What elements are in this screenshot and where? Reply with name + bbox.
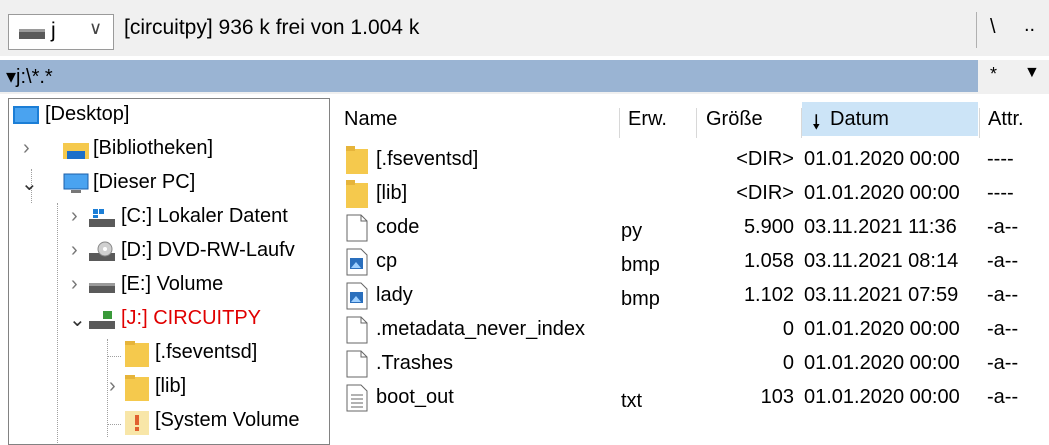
path-field[interactable]: ▾j:\*.*	[0, 60, 978, 92]
path-text: ▾j:\*.*	[6, 66, 53, 88]
folder-icon	[346, 146, 368, 174]
table-row[interactable]: [lib] <DIR> 01.01.2020 00:00 ----	[336, 176, 1049, 210]
expand-icon[interactable]: ›	[71, 205, 78, 228]
drive-toolbar: j ∨ [circuitpy] 936 k frei von 1.004 k \…	[0, 0, 1049, 56]
column-header-size[interactable]: Größe	[706, 108, 763, 131]
file-icon	[346, 316, 368, 344]
table-row[interactable]: boot_out txt 103 01.01.2020 00:00 -a--	[336, 380, 1049, 414]
desktop-icon	[13, 106, 39, 124]
column-divider[interactable]	[696, 108, 697, 138]
expand-icon[interactable]: ›	[71, 273, 78, 296]
column-header-attr[interactable]: Attr.	[988, 108, 1024, 131]
table-row[interactable]: .Trashes 0 01.01.2020 00:00 -a--	[336, 346, 1049, 380]
column-divider[interactable]	[619, 108, 620, 138]
drive-icon	[89, 283, 115, 293]
image-file-icon	[346, 248, 368, 276]
folder-tree[interactable]: [Desktop] › [Bibliotheken] ⌄ [Dieser PC]…	[8, 98, 330, 445]
root-dir-button[interactable]: \	[990, 16, 996, 39]
column-header-name[interactable]: Name	[344, 108, 397, 131]
parent-dir-button[interactable]: ..	[1024, 14, 1035, 37]
system-drive-icon	[89, 209, 115, 227]
dvd-drive-icon	[89, 241, 115, 261]
usb-drive-icon	[89, 311, 115, 329]
drive-icon	[19, 29, 45, 39]
path-menu-button[interactable]: ▼	[1024, 64, 1040, 82]
file-icon	[346, 214, 368, 242]
table-row[interactable]: .metadata_never_index 0 01.01.2020 00:00…	[336, 312, 1049, 346]
tree-guide	[107, 424, 121, 425]
tree-guide	[57, 203, 58, 443]
drive-selector[interactable]: j ∨	[8, 14, 114, 50]
expand-icon[interactable]: ›	[109, 375, 116, 398]
restricted-folder-icon	[125, 411, 149, 435]
column-header-ext[interactable]: Erw.	[628, 108, 667, 131]
column-divider[interactable]	[801, 108, 802, 138]
divider	[976, 12, 977, 48]
expand-icon[interactable]: ›	[71, 239, 78, 262]
expand-icon[interactable]: ›	[23, 137, 30, 160]
column-header-date[interactable]: Datum	[830, 108, 889, 131]
sort-down-arrow-icon: 🠗	[812, 112, 821, 134]
drive-letter: j	[51, 19, 56, 42]
image-file-icon	[346, 282, 368, 310]
folder-icon	[346, 180, 368, 208]
library-icon	[63, 143, 89, 159]
table-row[interactable]: lady bmp 1.102 03.11.2021 07:59 -a--	[336, 278, 1049, 312]
column-divider[interactable]	[979, 108, 980, 138]
table-row[interactable]: code py 5.900 03.11.2021 11:36 -a--	[336, 210, 1049, 244]
chevron-down-icon[interactable]: ∨	[89, 18, 102, 39]
table-row[interactable]: cp bmp 1.058 03.11.2021 08:14 -a--	[336, 244, 1049, 278]
path-bar: ▾j:\*.* * ▼	[0, 60, 1049, 94]
file-list[interactable]: Name Erw. Größe 🠗 Datum Attr. [.fsevents…	[336, 98, 1049, 445]
tree-guide	[107, 356, 121, 357]
history-button[interactable]: *	[990, 64, 997, 85]
drive-info: [circuitpy] 936 k frei von 1.004 k	[124, 16, 420, 39]
text-file-icon	[346, 384, 368, 412]
computer-icon	[63, 173, 89, 193]
file-icon	[346, 350, 368, 378]
folder-icon	[125, 341, 149, 367]
folder-icon	[125, 375, 149, 401]
table-row[interactable]: [.fseventsd] <DIR> 01.01.2020 00:00 ----	[336, 142, 1049, 176]
collapse-icon[interactable]: ⌄	[69, 307, 86, 332]
collapse-icon[interactable]: ⌄	[21, 171, 38, 196]
tree-guide	[107, 339, 108, 437]
column-header-row: Name Erw. Größe 🠗 Datum Attr.	[336, 102, 1049, 138]
